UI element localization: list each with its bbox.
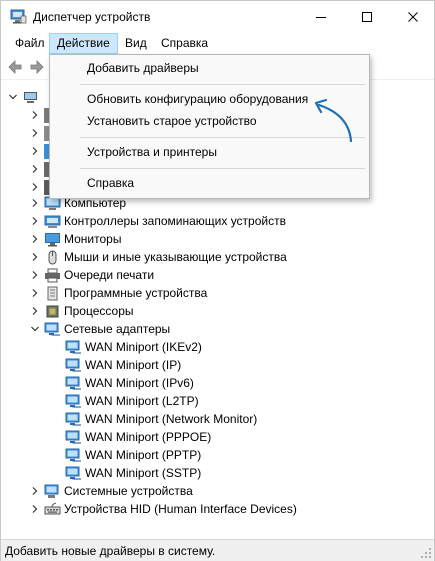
network-adapter-icon — [65, 394, 81, 408]
chevron-right-icon[interactable] — [29, 248, 41, 266]
window-title: Диспетчер устройств — [33, 10, 151, 24]
tree-root[interactable] — [7, 88, 42, 106]
tree-item-label: WAN Miniport (SSTP) — [85, 466, 202, 480]
tree-item-label: Очереди печати — [64, 268, 155, 282]
resize-grip-icon[interactable] — [420, 547, 432, 559]
tree-child-wan-ikev2[interactable]: WAN Miniport (IKEv2) — [65, 338, 202, 356]
back-arrow-icon — [8, 60, 22, 74]
chevron-right-icon[interactable] — [29, 302, 41, 320]
chevron-right-icon[interactable] — [29, 142, 41, 160]
network-adapter-icon — [65, 376, 81, 390]
menu-action[interactable]: Действие — [49, 33, 118, 54]
tree-item-software-devices[interactable]: Программные устройства — [29, 284, 207, 302]
chevron-right-icon[interactable] — [29, 266, 41, 284]
back-button[interactable] — [5, 58, 25, 76]
tree-item-processors[interactable]: Процессоры — [29, 302, 134, 320]
tree-item-label: Устройства HID (Human Interface Devices) — [64, 502, 297, 516]
title-bar: Диспетчер устройств — [1, 1, 434, 32]
annotation-arrow-icon — [314, 98, 353, 142]
forward-button[interactable] — [27, 58, 47, 76]
maximize-icon — [361, 11, 372, 22]
tree-item-label: Контроллеры запоминающих устройств — [64, 214, 286, 228]
tree-child-wan-ipv6[interactable]: WAN Miniport (IPv6) — [65, 374, 194, 392]
software-device-icon — [47, 286, 58, 300]
tree-item-label: WAN Miniport (IKEv2) — [85, 340, 202, 354]
storage-controller-icon — [44, 215, 61, 228]
chevron-right-icon[interactable] — [29, 482, 41, 500]
tree-child-wan-l2tp[interactable]: WAN Miniport (L2TP) — [65, 392, 199, 410]
tree-child-wan-ip[interactable]: WAN Miniport (IP) — [65, 356, 181, 374]
tree-item-label: Процессоры — [64, 304, 134, 318]
close-icon — [407, 11, 418, 22]
menu-bar: Файл Действие Вид Справка — [1, 32, 434, 54]
minimize-button[interactable] — [298, 1, 343, 32]
tree-item-network-adapters[interactable]: Сетевые адаптеры — [29, 320, 170, 338]
chevron-down-icon[interactable] — [29, 320, 41, 338]
network-adapter-icon — [65, 448, 81, 462]
menu-item-help[interactable]: Справка — [51, 172, 368, 194]
tree-item-label: WAN Miniport (Network Monitor) — [85, 412, 258, 426]
device-manager-icon — [10, 9, 27, 24]
hid-icon — [44, 502, 61, 514]
tree-item-label: WAN Miniport (PPPOE) — [85, 430, 212, 444]
menu-view[interactable]: Вид — [117, 33, 155, 54]
forward-arrow-icon — [30, 60, 44, 74]
menu-file[interactable]: Файл — [7, 33, 53, 54]
tree-item-label: Сетевые адаптеры — [64, 322, 171, 336]
tree-child-wan-pppoe[interactable]: WAN Miniport (PPPOE) — [65, 428, 211, 446]
tree-item-label: WAN Miniport (PPTP) — [85, 448, 202, 462]
network-adapter-icon — [65, 466, 81, 480]
monitor-icon — [45, 232, 60, 246]
tree-item-label: Системные устройства — [64, 484, 193, 498]
tree-child-wan-sstp[interactable]: WAN Miniport (SSTP) — [65, 464, 201, 482]
chevron-right-icon[interactable] — [29, 500, 41, 518]
chevron-right-icon[interactable] — [29, 212, 41, 230]
tree-child-wan-pptp[interactable]: WAN Miniport (PPTP) — [65, 446, 201, 464]
tree-item-label: WAN Miniport (IPv6) — [85, 376, 194, 390]
chevron-right-icon[interactable] — [29, 106, 41, 124]
tree-item-print-queues[interactable]: Очереди печати — [29, 266, 154, 284]
chevron-right-icon[interactable] — [29, 124, 41, 142]
tree-child-wan-network-monitor[interactable]: WAN Miniport (Network Monitor) — [65, 410, 257, 428]
minimize-icon — [315, 16, 326, 18]
tree-item-system-devices[interactable]: Системные устройства — [29, 482, 193, 500]
chevron-right-icon[interactable] — [29, 284, 41, 302]
menu-separator — [80, 168, 365, 169]
menu-item-add-drivers[interactable]: Добавить драйверы — [51, 57, 368, 79]
tree-item-label: WAN Miniport (IP) — [85, 358, 182, 372]
mouse-icon — [48, 250, 57, 264]
device-manager-window: Диспетчер устройств Файл Действие Вид Сп… — [0, 0, 435, 561]
tree-item-label: WAN Miniport (L2TP) — [85, 394, 199, 408]
network-adapter-icon — [65, 412, 81, 426]
network-adapter-icon — [44, 322, 60, 336]
tree-item-label: Программные устройства — [64, 286, 208, 300]
menu-help[interactable]: Справка — [153, 33, 216, 54]
status-bar: Добавить новые драйверы в систему. — [1, 539, 434, 561]
tree-item-storage-controllers[interactable]: Контроллеры запоминающих устройств — [29, 212, 286, 230]
network-adapter-icon — [65, 358, 81, 372]
printer-icon — [45, 268, 60, 282]
tree-item-label: Мыши и иные указывающие устройства — [64, 250, 287, 264]
network-adapter-icon — [65, 340, 81, 354]
system-device-icon — [44, 484, 59, 498]
tree-item-monitors[interactable]: Мониторы — [29, 230, 121, 248]
maximize-button[interactable] — [344, 1, 389, 32]
tree-item-hid[interactable]: Устройства HID (Human Interface Devices) — [29, 500, 297, 518]
chevron-down-icon[interactable] — [7, 88, 19, 106]
chevron-right-icon[interactable] — [29, 230, 41, 248]
processor-icon — [46, 305, 59, 317]
tree-item-label: Мониторы — [64, 232, 122, 246]
menu-item-devices-printers[interactable]: Устройства и принтеры — [51, 141, 368, 163]
chevron-right-icon[interactable] — [29, 160, 41, 178]
computer-icon — [24, 91, 37, 103]
status-text: Добавить новые драйверы в систему. — [5, 544, 216, 558]
close-button[interactable] — [390, 1, 435, 32]
chevron-right-icon[interactable] — [29, 194, 41, 212]
tree-item-mice[interactable]: Мыши и иные указывающие устройства — [29, 248, 287, 266]
network-adapter-icon — [65, 430, 81, 444]
menu-separator — [80, 84, 365, 85]
